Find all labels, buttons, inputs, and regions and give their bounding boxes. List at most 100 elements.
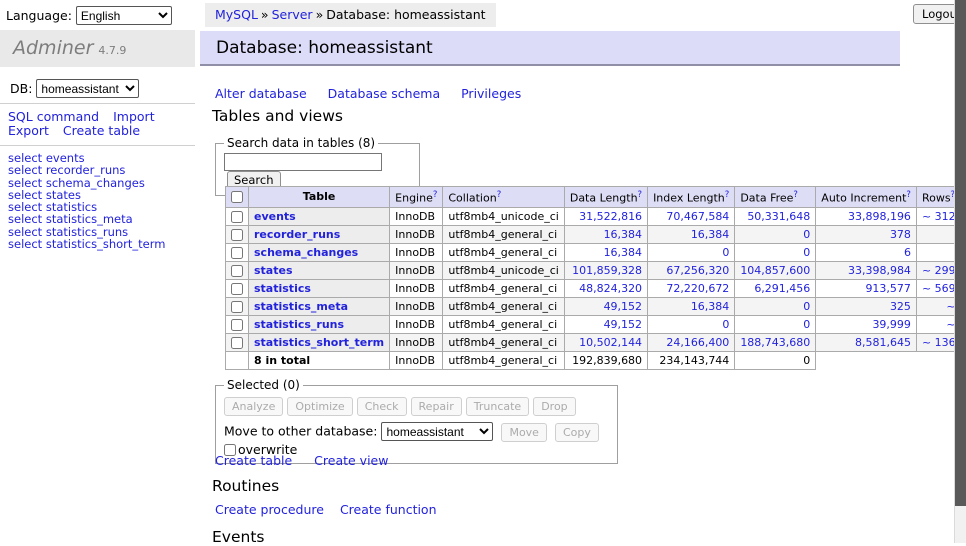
value-cell: 70,467,584 [648,207,735,225]
help-link[interactable]: ? [725,190,730,200]
value-cell: 188,743,680 [735,333,816,351]
table-name-link[interactable]: events [254,210,296,223]
value-link[interactable]: 16,384 [604,228,643,241]
value-link[interactable]: 8,581,645 [855,336,911,349]
value-link[interactable]: 33,398,984 [848,264,911,277]
privileges-link[interactable]: Privileges [461,86,521,101]
create-procedure-link[interactable]: Create procedure [215,502,324,517]
value-link[interactable]: 0 [722,318,729,331]
copy-button[interactable]: Copy [555,423,599,442]
select-all-checkbox[interactable] [231,191,243,203]
help-link[interactable]: ? [906,190,911,200]
row-checkbox[interactable] [231,229,243,241]
table-name-link[interactable]: recorder_runs [254,228,340,241]
database-schema-link[interactable]: Database schema [328,86,440,101]
value-link[interactable]: 24,166,400 [666,336,729,349]
collation-cell: utf8mb4_unicode_ci [443,261,564,279]
value-link[interactable]: 33,898,196 [848,210,911,223]
value-link[interactable]: 16,384 [691,300,730,313]
value-cell: 39,999 [816,315,917,333]
value-link[interactable]: 0 [803,246,810,259]
table-name-cell: statistics [249,279,390,297]
row-checkbox[interactable] [231,283,243,295]
move-button[interactable]: Move [501,423,547,442]
table-name-link[interactable]: statistics [254,282,311,295]
table-name-link[interactable]: schema_changes [254,246,358,259]
value-link[interactable]: 6 [904,246,911,259]
value-link[interactable]: 325 [890,300,911,313]
value-link[interactable]: 0 [803,228,810,241]
collation-cell: utf8mb4_unicode_ci [443,207,564,225]
row-checkbox[interactable] [231,301,243,313]
row-checkbox[interactable] [231,247,243,259]
value-link[interactable]: 0 [722,246,729,259]
row-checkbox-cell [226,315,249,333]
value-link[interactable]: 31,522,816 [579,210,642,223]
search-input[interactable] [224,153,382,171]
row-checkbox[interactable] [231,319,243,331]
value-link[interactable]: 49,152 [604,318,643,331]
help-link[interactable]: ? [497,190,502,200]
value-link[interactable]: 6,291,456 [754,282,810,295]
alter-database-link[interactable]: Alter database [215,86,307,101]
value-link[interactable]: 50,331,648 [747,210,810,223]
value-link[interactable]: 10,502,144 [579,336,642,349]
row-checkbox[interactable] [231,337,243,349]
truncate-button[interactable]: Truncate [466,397,529,416]
routines-heading: Routines [212,477,279,495]
table-name-link[interactable]: statistics_meta [254,300,348,313]
page-title: Database: homeassistant [200,31,900,66]
sidebar-link-create-table[interactable]: Create table [63,123,140,138]
table-name-link[interactable]: states [254,264,293,277]
sidebar-link-import[interactable]: Import [113,109,155,124]
value-cell: 16,384 [648,225,735,243]
value-link[interactable]: 39,999 [872,318,911,331]
sidebar-select-link[interactable]: select recorder_runs [8,164,165,176]
breadcrumb-link[interactable]: MySQL [215,7,258,22]
value-link[interactable]: 913,577 [865,282,911,295]
value-link[interactable]: 104,857,600 [740,264,810,277]
help-link[interactable]: ? [638,190,643,200]
create-view-link[interactable]: Create view [314,453,388,468]
db-select[interactable]: homeassistant [36,79,139,98]
value-cell: 913,577 [816,279,917,297]
drop-button[interactable]: Drop [533,397,575,416]
column-header: Data Length? [564,187,647,208]
footer-empty-cell [816,351,966,369]
sidebar-select-link[interactable]: select statistics_short_term [8,238,165,250]
breadcrumb-link[interactable]: Server [272,7,313,22]
move-db-select[interactable]: homeassistant [381,422,493,441]
help-link[interactable]: ? [433,190,438,200]
analyze-button[interactable]: Analyze [224,397,283,416]
create-table-link[interactable]: Create table [215,453,292,468]
language-select[interactable]: English [76,6,172,25]
scrollbar-track[interactable] [954,0,966,543]
sidebar-link-sql-command[interactable]: SQL command [8,109,99,124]
sidebar-link-export[interactable]: Export [8,123,49,138]
value-link[interactable]: 72,220,672 [666,282,729,295]
value-link[interactable]: 188,743,680 [740,336,810,349]
check-button[interactable]: Check [357,397,407,416]
value-link[interactable]: 70,467,584 [666,210,729,223]
value-link[interactable]: 378 [890,228,911,241]
table-row: schema_changesInnoDButf8mb4_general_ci16… [226,243,966,261]
value-link[interactable]: 16,384 [604,246,643,259]
repair-button[interactable]: Repair [411,397,462,416]
create-function-link[interactable]: Create function [340,502,437,517]
value-link[interactable]: 16,384 [691,228,730,241]
row-checkbox[interactable] [231,265,243,277]
value-link[interactable]: 48,824,320 [579,282,642,295]
value-link[interactable]: 101,859,328 [572,264,642,277]
value-link[interactable]: 0 [803,318,810,331]
table-name-link[interactable]: statistics_runs [254,318,344,331]
scrollbar-thumb[interactable] [955,0,966,506]
value-link[interactable]: 0 [803,300,810,313]
help-link[interactable]: ? [793,190,798,200]
table-name-link[interactable]: statistics_short_term [254,336,384,349]
row-checkbox[interactable] [231,211,243,223]
optimize-button[interactable]: Optimize [287,397,352,416]
value-link[interactable]: 49,152 [604,300,643,313]
value-link[interactable]: 67,256,320 [666,264,729,277]
sidebar-select-link[interactable]: select statistics_meta [8,213,165,225]
row-checkbox-cell [226,243,249,261]
